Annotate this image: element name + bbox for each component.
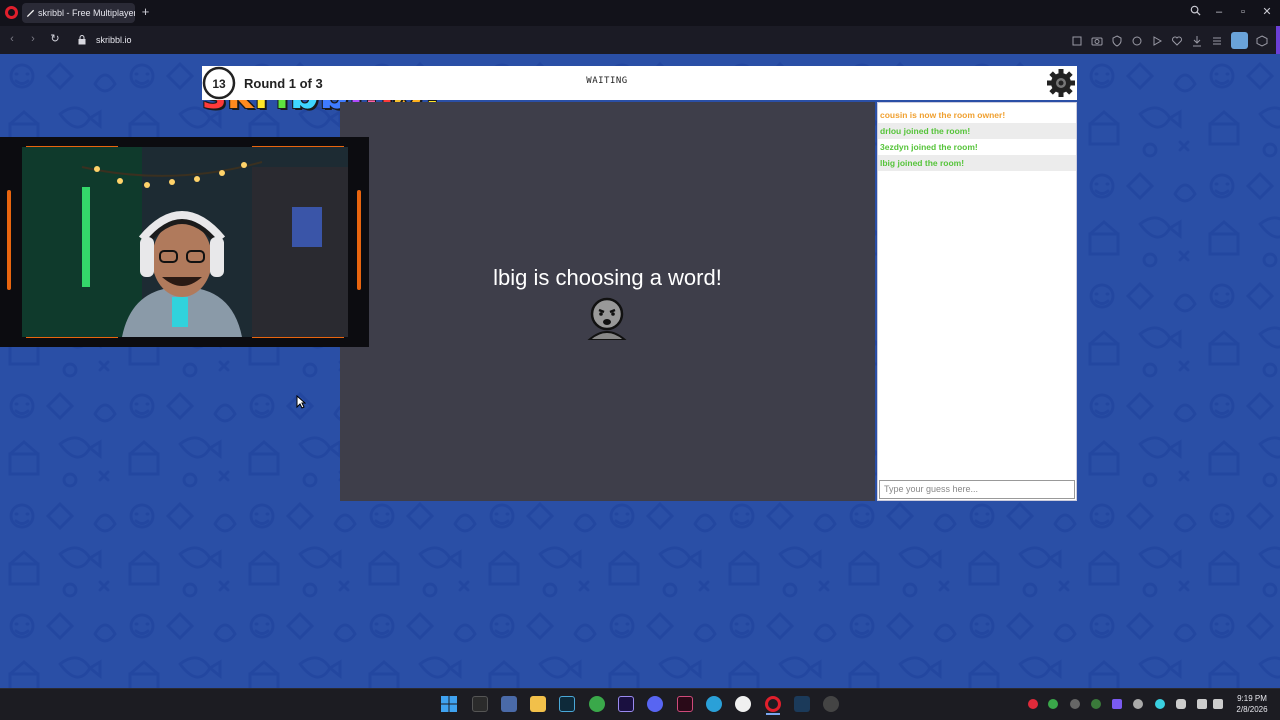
opera-logo-icon[interactable] [5,6,18,19]
tray-network-app-icon[interactable] [1155,699,1165,709]
tray-xbox-icon[interactable] [1091,699,1101,709]
chat-panel: cousin is now the room owner! drlou join… [877,102,1077,501]
telegram-icon[interactable] [706,696,722,712]
clock-date: 2/8/2026 [1236,705,1268,714]
timer-clock-icon: 13 [202,66,236,100]
microphone-icon[interactable] [1176,699,1186,709]
shield-icon[interactable] [1111,34,1123,47]
cube-icon[interactable] [1256,34,1268,47]
camera-icon[interactable] [1091,34,1103,46]
back-icon[interactable]: ‹ [6,33,18,45]
webcam-border-left [7,190,11,290]
mouse-cursor-icon [296,395,306,409]
chat-message: cousin is now the room owner! [880,110,1006,120]
app-icon[interactable] [501,696,517,712]
tray-nvidia-icon[interactable] [1048,699,1058,709]
chat-message: drlou joined the room! [878,123,1076,139]
settings-gear-icon[interactable] [1046,68,1076,98]
epic-games-icon[interactable] [472,696,488,712]
tab-title: skribbl - Free Multiplayer [38,8,135,18]
system-clock[interactable]: 9:19 PM 2/8/2026 [1228,693,1276,715]
guess-input[interactable]: Type your guess here... [879,480,1075,499]
timer-value: 13 [212,77,226,91]
heart-icon[interactable] [1171,34,1183,46]
player-avatar-icon [587,297,627,340]
round-indicator: Round 1 of 3 [244,76,323,91]
play-icon[interactable] [1151,34,1163,46]
settings-taskbar-icon[interactable] [823,696,839,712]
edit-icon[interactable] [1071,34,1083,46]
volume-icon[interactable] [1213,699,1223,709]
clock-time: 9:19 PM [1237,694,1267,703]
menu-icon[interactable] [1211,34,1223,46]
tray-app-icon[interactable] [1070,699,1080,709]
file-explorer-icon[interactable] [530,696,546,712]
reload-icon[interactable]: ↻ [49,33,61,45]
maximize-icon[interactable]: ▫ [1236,5,1250,19]
vpn-icon[interactable] [1131,34,1143,46]
steam-icon[interactable] [794,696,810,712]
skribbl-favicon-icon [26,9,35,17]
browser-titlebar [0,0,1280,26]
webcam-border-right [357,190,361,290]
browser-tab[interactable]: skribbl - Free Multiplayer [22,3,135,23]
xbox-icon[interactable] [589,696,605,712]
obs-icon[interactable] [735,696,751,712]
windows-taskbar [0,688,1280,720]
active-app-indicator [766,713,780,715]
extension-badge-icon[interactable] [1231,31,1248,49]
tray-settings-icon[interactable] [1133,699,1143,709]
chat-message: 3ezdyn joined the room! [880,142,978,152]
game-status: WAITING [586,76,628,86]
address-bar-tools [1071,31,1268,49]
new-tab-button[interactable]: + [140,5,151,18]
opera-taskbar-icon[interactable] [765,696,781,712]
discord-icon[interactable] [647,696,663,712]
close-window-icon[interactable]: ✕ [1260,5,1274,19]
vegas-icon[interactable] [677,696,693,712]
url-field[interactable]: skribbl.io [96,35,132,45]
wifi-icon[interactable] [1197,699,1207,709]
webcam-feed [22,147,348,337]
lock-icon [78,35,86,45]
windows-start-icon[interactable] [441,696,457,712]
minimize-icon[interactable]: – [1212,5,1226,19]
premiere-icon[interactable] [618,696,634,712]
download-icon[interactable] [1191,34,1203,47]
sidebar-edge [1276,26,1280,54]
lightroom-icon[interactable] [559,696,575,712]
tray-record-icon[interactable] [1028,699,1038,709]
chat-message: lbig joined the room! [878,155,1076,171]
forward-icon[interactable]: › [27,33,39,45]
choosing-word-message: lbig is choosing a word! [493,265,722,290]
tray-discord-icon[interactable] [1112,699,1122,709]
search-tabs-icon[interactable] [1188,5,1202,19]
